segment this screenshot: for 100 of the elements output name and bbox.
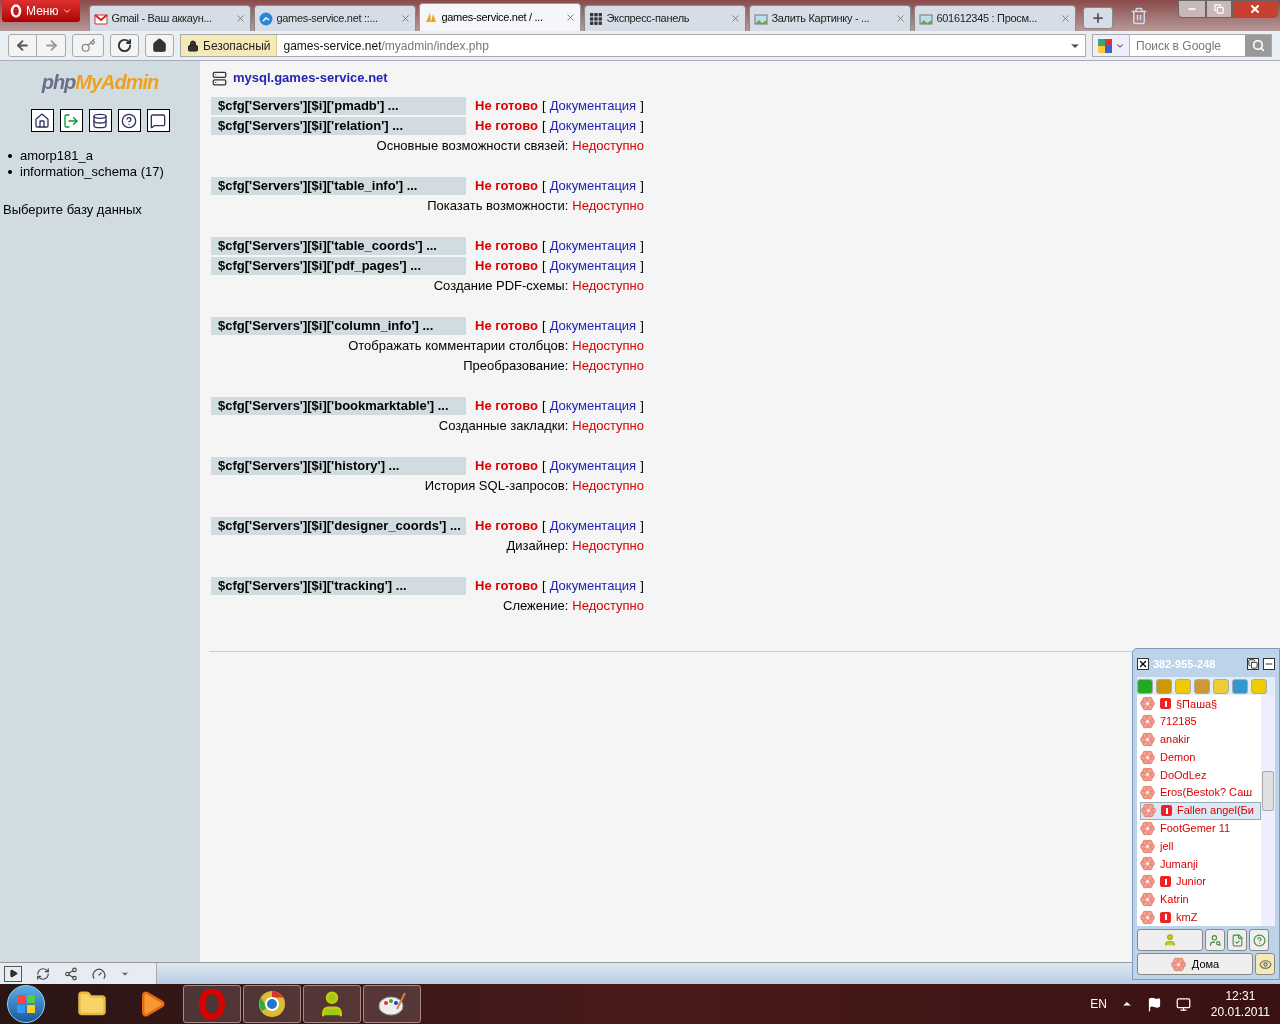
reload-button[interactable] [110, 34, 139, 57]
browser-tab[interactable]: games-service.net / ... [419, 3, 582, 31]
minimize-icon[interactable] [1263, 658, 1275, 670]
tab-title: 601612345 : Просм... [936, 11, 1039, 27]
taskbar-app-button[interactable] [243, 985, 301, 1023]
contact-row[interactable]: Demon [1140, 748, 1261, 766]
contact-name: Junior [1176, 874, 1206, 890]
contact-row[interactable]: kmZ [1140, 908, 1261, 926]
browser-tab[interactable]: Залить Картинку - ... [749, 5, 912, 31]
documentation-link[interactable]: Документация [549, 516, 637, 536]
restore-icon[interactable] [1247, 658, 1259, 670]
documentation-link[interactable]: Документация [549, 456, 637, 476]
sync-icon[interactable] [36, 966, 50, 981]
menu-button[interactable]: Меню [2, 0, 81, 22]
checklist-icon [1230, 933, 1244, 947]
back-button[interactable] [8, 34, 37, 57]
status-button[interactable]: Дома [1137, 953, 1253, 975]
bracket: ] [640, 317, 644, 336]
panel-toggle-button[interactable] [4, 965, 22, 982]
contacts-button[interactable] [1137, 929, 1203, 951]
nav-icon-button[interactable] [146, 109, 170, 132]
contact-row[interactable]: 712185 [1140, 712, 1261, 731]
close-button[interactable] [1232, 0, 1278, 18]
setting-name: $cfg['Servers'][$i]['relation'] ... [211, 117, 466, 135]
contact-name: 712185 [1160, 714, 1197, 730]
documentation-link[interactable]: Документация [549, 236, 637, 256]
trash-icon[interactable] [1130, 6, 1149, 26]
database-hint: Выберите базу данных [2, 201, 143, 219]
taskbar-app-button[interactable] [303, 985, 361, 1023]
taskbar-app-button[interactable] [363, 985, 421, 1023]
setting-name: $cfg['Servers'][$i]['designer_coords'] ... [211, 517, 466, 535]
contact-row[interactable]: §Паша§ [1140, 695, 1261, 713]
documentation-link[interactable]: Документация [549, 116, 637, 136]
home-icon [34, 112, 50, 129]
alert-icon [1160, 876, 1171, 888]
contact-row[interactable]: Katrin [1140, 890, 1261, 909]
flower-status-icon [1170, 956, 1186, 972]
flag-icon[interactable] [1146, 996, 1162, 1012]
logo[interactable]: phpMyAdmin [41, 67, 159, 97]
network-icon[interactable] [1175, 996, 1191, 1012]
status-text: Не готово [475, 117, 538, 136]
language-indicator[interactable]: EN [1090, 995, 1107, 1013]
address-field[interactable]: Безопасный games-service.net/myadmin/index.php [180, 34, 1086, 57]
restore-button[interactable] [1206, 0, 1232, 18]
search-button[interactable] [1245, 35, 1271, 56]
contact-row[interactable]: FootGemer 11 [1140, 819, 1261, 838]
contact-row[interactable]: jell [1140, 837, 1261, 855]
browser-tab[interactable]: Gmail - Ваш аккаун... [89, 5, 252, 31]
documentation-link[interactable]: Документация [549, 96, 637, 116]
nav-icon-button[interactable] [59, 109, 83, 132]
exit-icon [63, 112, 79, 129]
contact-row[interactable]: anakir [1140, 730, 1261, 749]
contact-row[interactable]: Jumanji [1140, 855, 1261, 873]
flower-status-icon [1140, 874, 1155, 890]
clock-time[interactable]: 12:31 [1225, 988, 1256, 1004]
home-button[interactable] [145, 34, 174, 57]
toolbar-icon[interactable] [1232, 678, 1248, 694]
checklist-button[interactable] [1227, 929, 1247, 951]
help-button[interactable] [1249, 929, 1269, 951]
key-button[interactable] [72, 34, 104, 57]
documentation-link[interactable]: Документация [549, 256, 637, 276]
contact-row[interactable]: DoOdLez [1140, 766, 1261, 784]
bracket: ] [640, 457, 644, 476]
privacy-button[interactable] [1255, 953, 1275, 975]
gauge-icon[interactable] [92, 966, 106, 981]
documentation-link[interactable]: Документация [549, 576, 637, 596]
contact-row[interactable]: Eros(Bestok? Саш [1140, 783, 1261, 802]
browser-tab[interactable]: 601612345 : Просм... [914, 5, 1077, 31]
eye-icon [1258, 957, 1272, 971]
documentation-link[interactable]: Документация [549, 316, 637, 336]
documentation-link[interactable]: Документация [549, 396, 637, 416]
contact-name: FootGemer 11 [1160, 821, 1231, 837]
contact-row[interactable]: Fallen angel(Би [1140, 801, 1261, 820]
nav-icon-button[interactable] [117, 109, 141, 132]
search-input[interactable]: Поиск в Google [1130, 36, 1245, 55]
find-contact-button[interactable] [1205, 929, 1225, 951]
browser-tab[interactable]: Экспресс-панель [584, 5, 747, 31]
search-field[interactable]: Поиск в Google [1092, 34, 1272, 57]
bracket: [ [542, 117, 546, 136]
setting-name: $cfg['Servers'][$i]['pdf_pages'] ... [211, 257, 466, 275]
close-icon[interactable] [1137, 658, 1149, 670]
nav-icon-button[interactable] [30, 109, 54, 132]
flower-status-icon [1141, 803, 1156, 818]
security-badge[interactable]: Безопасный [181, 35, 278, 56]
search-engine-picker[interactable] [1093, 35, 1130, 56]
minimize-button[interactable] [1178, 0, 1206, 18]
browser-tab[interactable]: games-service.net ::... [254, 5, 417, 31]
scrollbar[interactable] [1261, 695, 1275, 926]
flower-status-icon [1140, 856, 1155, 872]
setting-name: $cfg['Servers'][$i]['column_info'] ... [211, 317, 466, 335]
new-tab-button[interactable] [1083, 7, 1114, 29]
feature-status: Недоступно [572, 477, 644, 496]
documentation-link[interactable]: Документация [549, 176, 637, 196]
start-button[interactable] [7, 985, 45, 1023]
share-icon[interactable] [64, 966, 78, 981]
clock-date[interactable]: 20.01.2011 [1210, 1004, 1270, 1020]
server-link[interactable]: mysql.games-service.net [233, 68, 388, 88]
nav-icon-button[interactable] [88, 109, 112, 132]
toolbar-icon[interactable] [1137, 678, 1153, 694]
contact-row[interactable]: Junior [1140, 872, 1261, 891]
